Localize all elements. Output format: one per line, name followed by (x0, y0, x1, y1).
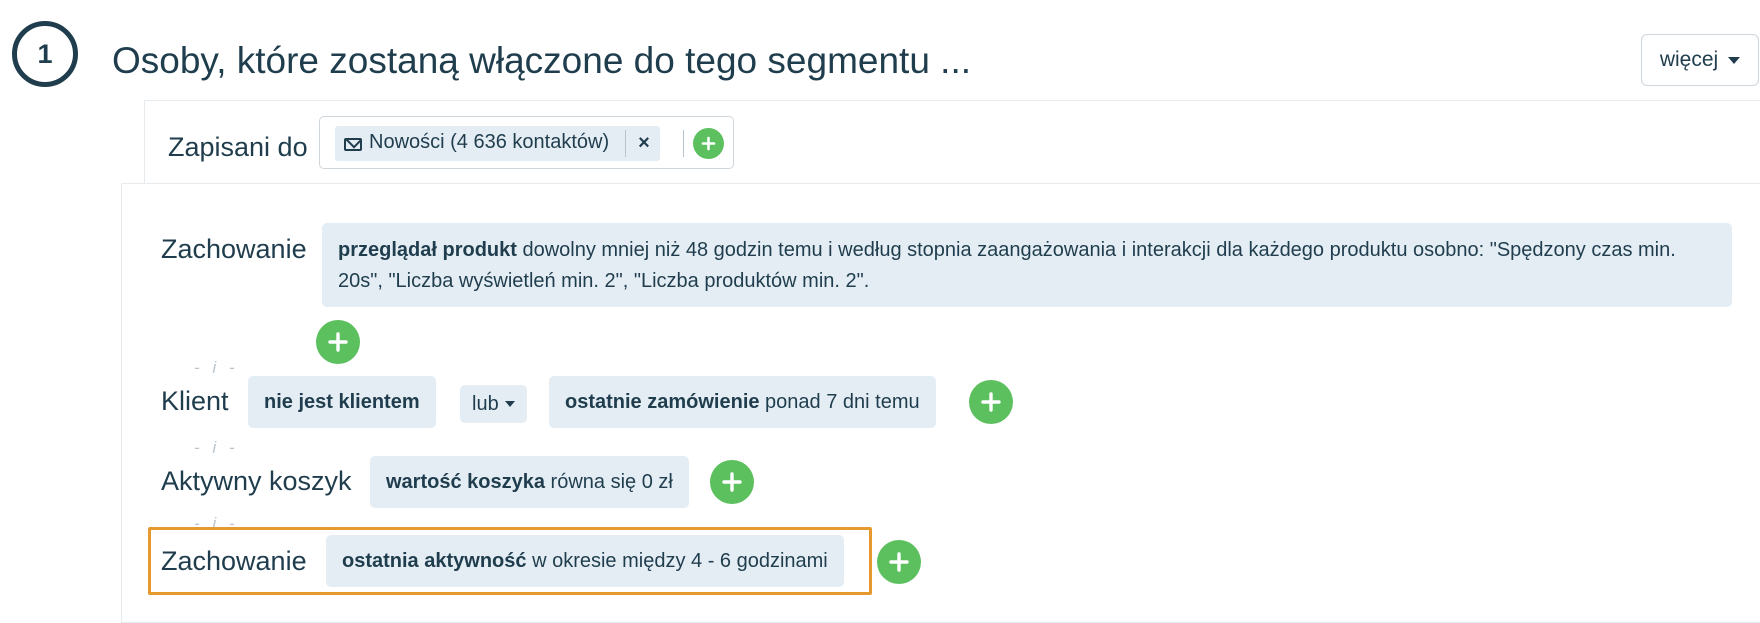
cart-value-condition-text: równa się 0 zł (544, 470, 673, 493)
list-selector[interactable]: Nowości (4 636 kontaktów) × (319, 116, 734, 169)
tag-divider (625, 130, 626, 157)
plus-icon (889, 552, 909, 572)
client-condition-name: nie jest klientem (264, 390, 420, 413)
behavior-label: Zachowanie (161, 234, 307, 264)
add-client-condition-button[interactable] (969, 380, 1013, 424)
caret-down-icon (504, 401, 515, 407)
client-label: Klient (161, 386, 229, 416)
add-behavior-condition-button[interactable] (316, 320, 360, 364)
page-title: Osoby, które zostaną włączone do tego se… (112, 40, 972, 81)
subscribed-label: Zapisani do (168, 132, 308, 162)
add-activity-condition-button[interactable] (877, 540, 921, 584)
and-connector: - i - (194, 358, 239, 377)
last-order-condition-chip[interactable]: ostatnie zamówienie ponad 7 dni temu (549, 376, 936, 428)
more-dropdown-button[interactable]: więcej (1641, 34, 1759, 86)
behavior-label: Zachowanie (161, 546, 307, 576)
add-cart-condition-button[interactable] (710, 460, 754, 504)
or-operator-dropdown[interactable]: lub (460, 385, 527, 423)
behavior-condition-text: dowolny mniej niż 48 godzin temu i wedłu… (338, 239, 1676, 292)
plus-icon (328, 332, 348, 352)
list-tag: Nowości (4 636 kontaktów) (335, 126, 635, 161)
last-order-condition-name: ostatnie zamówienie (565, 390, 760, 413)
close-icon[interactable]: × (628, 126, 660, 161)
plus-icon (701, 136, 716, 151)
last-order-condition-text: ponad 7 dni temu (759, 390, 920, 413)
and-connector: - i - (194, 438, 239, 457)
step-number: 1 (37, 38, 53, 69)
add-list-button[interactable] (693, 128, 724, 159)
active-cart-label: Aktywny koszyk (161, 466, 352, 496)
plus-icon (722, 472, 742, 492)
list-tag-label: Nowości (4 636 kontaktów) (369, 131, 610, 153)
behavior-condition-name: przeglądał produkt (338, 239, 517, 261)
more-label: więcej (1659, 48, 1719, 71)
or-operator-label: lub (472, 392, 499, 415)
cart-value-condition-chip[interactable]: wartość koszyka równa się 0 zł (370, 456, 689, 508)
box-divider (683, 130, 684, 157)
caret-down-icon (1728, 56, 1741, 64)
last-activity-condition-text: w okresie między 4 - 6 godzinami (526, 549, 828, 572)
last-activity-condition-name: ostatnia aktywność (342, 549, 527, 572)
step-number-badge: 1 (12, 21, 78, 87)
client-condition-chip[interactable]: nie jest klientem (248, 376, 436, 428)
last-activity-condition-chip[interactable]: ostatnia aktywność w okresie między 4 - … (326, 535, 844, 587)
plus-icon (981, 392, 1001, 412)
behavior-condition-chip[interactable]: przeglądał produkt dowolny mniej niż 48 … (322, 223, 1732, 307)
envelope-icon (344, 138, 362, 151)
cart-value-condition-name: wartość koszyka (386, 470, 545, 493)
